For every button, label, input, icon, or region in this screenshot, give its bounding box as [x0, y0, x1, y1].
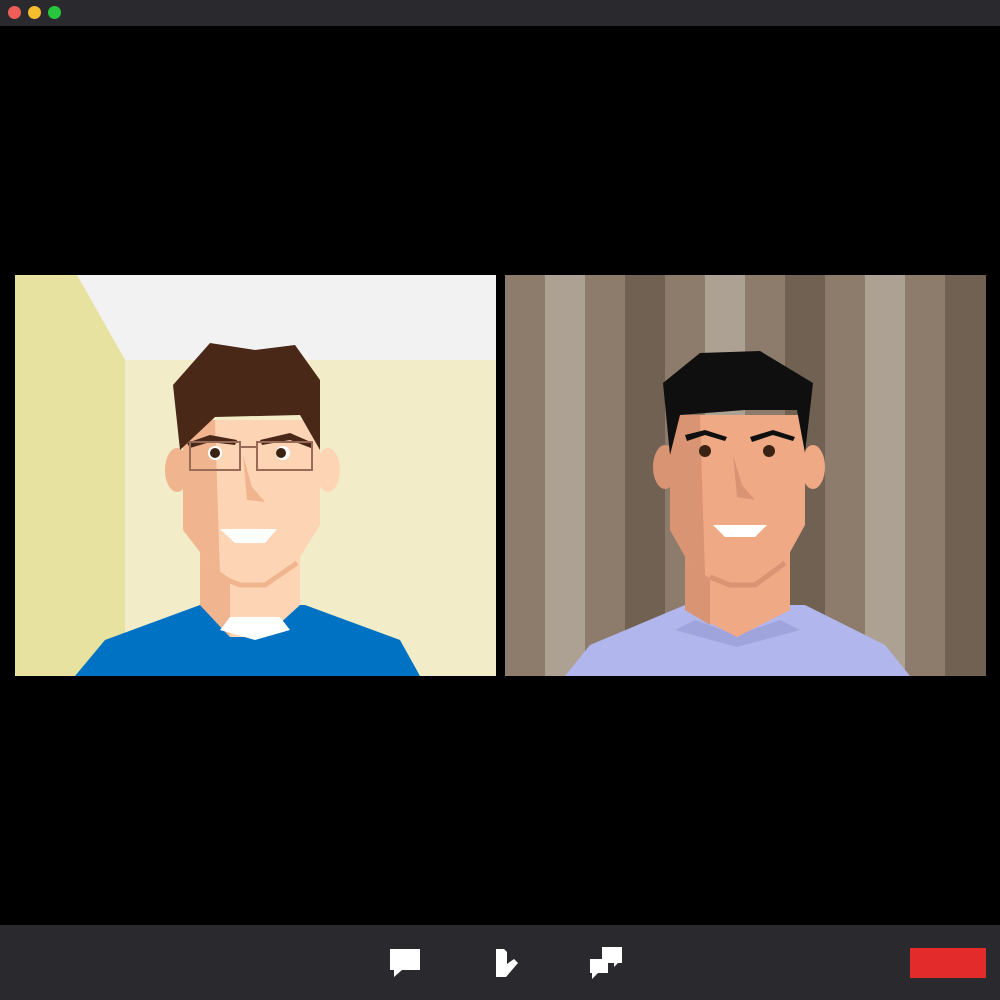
raise-hand-button[interactable]	[488, 945, 524, 981]
raise-hand-icon	[496, 949, 518, 977]
video-tile-participant-2[interactable]	[505, 275, 986, 676]
window-titlebar	[0, 0, 1000, 26]
participant-2-video	[505, 275, 986, 676]
end-call-button[interactable]	[910, 948, 986, 978]
screen-share-button[interactable]	[588, 945, 624, 981]
window-maximize-button[interactable]	[48, 6, 61, 19]
screen-share-icon	[590, 947, 622, 979]
video-tile-participant-1[interactable]	[15, 275, 496, 676]
participant-1-video	[15, 275, 496, 676]
chat-icon	[390, 949, 420, 977]
window-minimize-button[interactable]	[28, 6, 41, 19]
chat-button[interactable]	[387, 945, 423, 981]
window-close-button[interactable]	[8, 6, 21, 19]
